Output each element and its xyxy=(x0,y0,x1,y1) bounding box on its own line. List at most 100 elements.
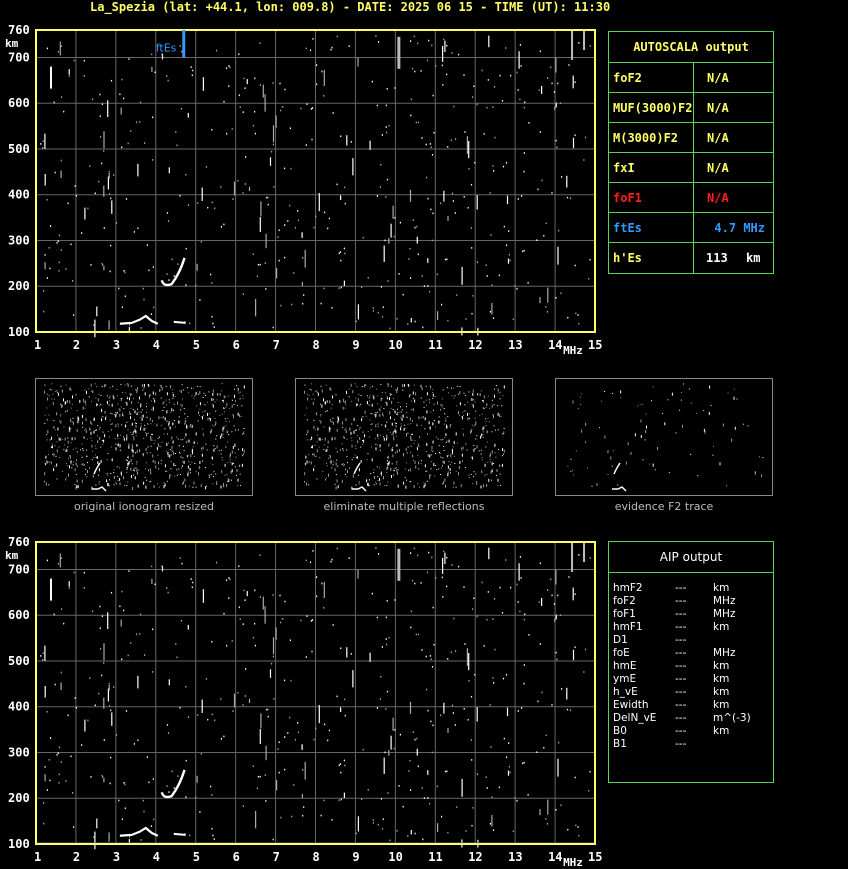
noise-dot xyxy=(226,132,228,135)
thumb-dot xyxy=(441,404,443,408)
thumb-dot xyxy=(442,461,444,463)
noise-dot xyxy=(83,75,85,77)
noise-dot xyxy=(99,648,102,650)
thumb-dot xyxy=(142,453,143,455)
thumb-dot xyxy=(109,479,110,481)
noise-dot xyxy=(550,578,552,581)
caption-f2-trace: evidence F2 trace xyxy=(614,500,714,513)
thumb-dot xyxy=(391,448,393,452)
noise-dot xyxy=(87,207,89,210)
thumb-dot xyxy=(472,483,474,485)
thumb-dot xyxy=(93,430,95,434)
thumb-dot xyxy=(413,384,415,386)
thumb-dot xyxy=(311,398,313,400)
noise-dot xyxy=(284,736,286,738)
noise-dot xyxy=(246,591,248,597)
noise-dot xyxy=(398,273,400,275)
thumb-dot xyxy=(450,454,452,458)
thumb-dot xyxy=(439,404,441,406)
thumb-dot xyxy=(426,443,428,446)
thumb-dot xyxy=(502,433,504,435)
thumb-dot xyxy=(481,459,483,461)
noise-dot xyxy=(316,83,318,86)
x-tick-label: 12 xyxy=(468,850,482,864)
noise-dot xyxy=(259,217,261,232)
noise-dot xyxy=(60,45,63,48)
noise-dot xyxy=(63,622,65,625)
noise-dot xyxy=(512,830,514,832)
noise-dot xyxy=(176,144,178,147)
x-tick-label: 6 xyxy=(233,850,240,864)
thumb-dot xyxy=(342,448,344,449)
thumb-dot xyxy=(331,437,333,441)
thumb-dot xyxy=(342,426,344,428)
noise-dot xyxy=(83,587,85,589)
thumb-dot xyxy=(170,468,172,470)
thumb-dot xyxy=(181,384,183,386)
thumb-dot xyxy=(380,383,382,385)
x-tick-label: 7 xyxy=(273,850,280,864)
noise-dot xyxy=(190,578,192,580)
thumb-dot xyxy=(358,468,360,472)
noise-dot xyxy=(228,65,230,67)
noise-dot xyxy=(304,249,306,268)
noise-dot xyxy=(318,193,320,212)
thumb-dot xyxy=(211,456,213,460)
thumb-dot xyxy=(346,391,347,394)
thumb-dot xyxy=(213,476,215,478)
thumb-dot xyxy=(160,463,162,465)
thumb-dot xyxy=(94,383,96,385)
noise-dot xyxy=(431,666,434,668)
thumb-dot xyxy=(327,440,329,444)
thumb-dot xyxy=(148,394,150,398)
thumb-dot xyxy=(309,388,311,390)
thumb-dot xyxy=(140,423,142,425)
thumb-dot xyxy=(491,399,493,401)
thumb-dot xyxy=(185,418,187,420)
thumb-dot xyxy=(102,416,104,418)
thumb-dot xyxy=(60,403,62,405)
thumb-dot xyxy=(463,414,465,416)
noise-dot xyxy=(464,131,466,133)
noise-dot xyxy=(414,832,416,835)
thumb-dot xyxy=(318,437,320,441)
noise-dot xyxy=(303,294,305,296)
thumb-dot xyxy=(52,402,54,405)
noise-dot xyxy=(452,712,454,714)
thumb-dot xyxy=(91,444,93,448)
noise-dot xyxy=(425,655,427,658)
thumb-dot xyxy=(447,473,449,477)
x-tick-label: 4 xyxy=(153,850,160,864)
thumb-dot xyxy=(743,423,745,425)
thumb-dot xyxy=(114,438,116,440)
thumb-dot xyxy=(134,410,136,414)
noise-dot xyxy=(259,84,261,86)
x-tick-label: 5 xyxy=(193,850,200,864)
noise-dot xyxy=(50,737,52,739)
noise-dot xyxy=(378,41,380,43)
noise-dot xyxy=(523,106,525,109)
thumb-dot xyxy=(480,390,482,392)
noise-dot xyxy=(259,775,261,778)
thumb-dot xyxy=(97,440,99,444)
thumb-dot xyxy=(191,427,193,428)
thumb-dot xyxy=(99,428,100,430)
thumb-dot xyxy=(82,406,84,410)
thumb-dot xyxy=(671,392,673,396)
noise-dot xyxy=(99,115,101,118)
aip-row: B0 --- km xyxy=(609,725,773,738)
thumb-dot xyxy=(470,473,472,475)
thumb-dot xyxy=(197,393,199,395)
thumb-dot xyxy=(357,440,359,444)
thumb-dot xyxy=(473,476,475,478)
thumb-dot xyxy=(359,427,361,429)
noise-dot xyxy=(223,223,225,226)
thumb-dot xyxy=(372,385,374,387)
noise-dot xyxy=(427,258,429,263)
thumb-dot xyxy=(149,393,151,395)
thumb-dot xyxy=(314,391,316,393)
thumb-dot xyxy=(379,446,381,448)
thumb-dot xyxy=(70,389,72,391)
noise-dot xyxy=(539,296,541,304)
thumb-dot xyxy=(471,456,473,460)
